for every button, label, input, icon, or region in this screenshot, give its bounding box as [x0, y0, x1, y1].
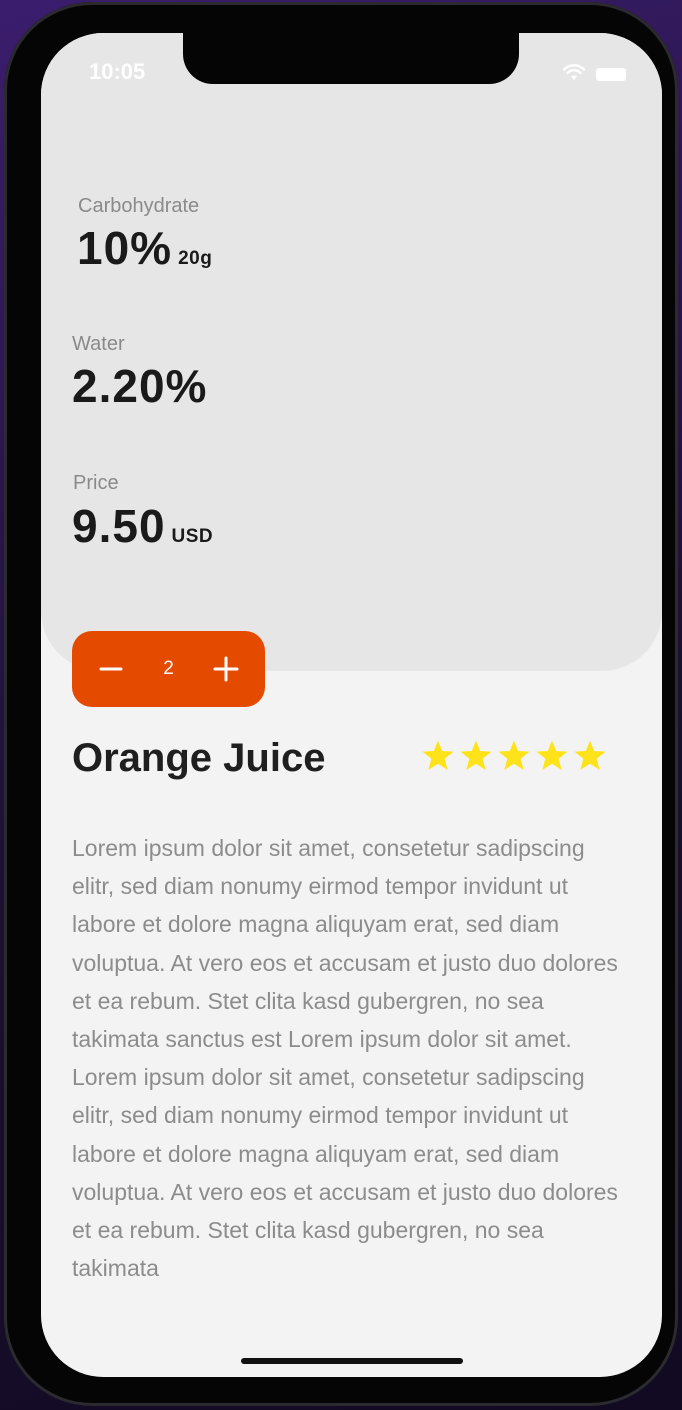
- quantity-stepper: 2: [72, 631, 265, 707]
- minus-icon: [99, 667, 123, 671]
- star-icon[interactable]: [459, 739, 493, 773]
- nutrition-card: Carbohydrate 10% 20g Water 2.20% Price 9.…: [41, 33, 662, 671]
- status-time: 10:05: [89, 59, 146, 84]
- carbohydrate-percent: 10%: [77, 222, 173, 274]
- star-icon[interactable]: [535, 739, 569, 773]
- price-value: 9.50 USD: [72, 499, 213, 553]
- product-title: Orange Juice: [72, 736, 326, 780]
- carbohydrate-grams: 20g: [178, 248, 213, 269]
- app-screen: Carbohydrate 10% 20g Water 2.20% Price 9.…: [41, 33, 662, 1377]
- device-notch: [183, 33, 519, 84]
- nutrient-value-water: 2.20%: [72, 359, 207, 413]
- price-amount: 9.50: [72, 500, 166, 552]
- home-indicator[interactable]: [241, 1358, 463, 1364]
- nutrient-label-carbohydrate: Carbohydrate: [78, 195, 200, 217]
- star-rating[interactable]: [421, 739, 607, 773]
- star-icon[interactable]: [421, 739, 455, 773]
- plus-icon: [213, 656, 239, 682]
- battery-icon: [596, 68, 626, 81]
- phone-frame: Carbohydrate 10% 20g Water 2.20% Price 9.…: [4, 2, 678, 1406]
- product-description: Lorem ipsum dolor sit amet, consetetur s…: [72, 835, 618, 1282]
- price-currency: USD: [171, 526, 214, 547]
- star-icon[interactable]: [497, 739, 531, 773]
- nutrient-label-water: Water: [72, 333, 125, 355]
- nutrient-value-carbohydrate: 10% 20g: [77, 221, 212, 275]
- water-percent: 2.20%: [72, 360, 208, 412]
- wifi-icon: [562, 63, 586, 86]
- status-icons: [562, 63, 626, 86]
- decrement-button[interactable]: [94, 652, 128, 686]
- quantity-value: 2: [163, 658, 174, 679]
- star-icon[interactable]: [573, 739, 607, 773]
- nutrient-label-price: Price: [73, 472, 119, 494]
- increment-button[interactable]: [209, 652, 243, 686]
